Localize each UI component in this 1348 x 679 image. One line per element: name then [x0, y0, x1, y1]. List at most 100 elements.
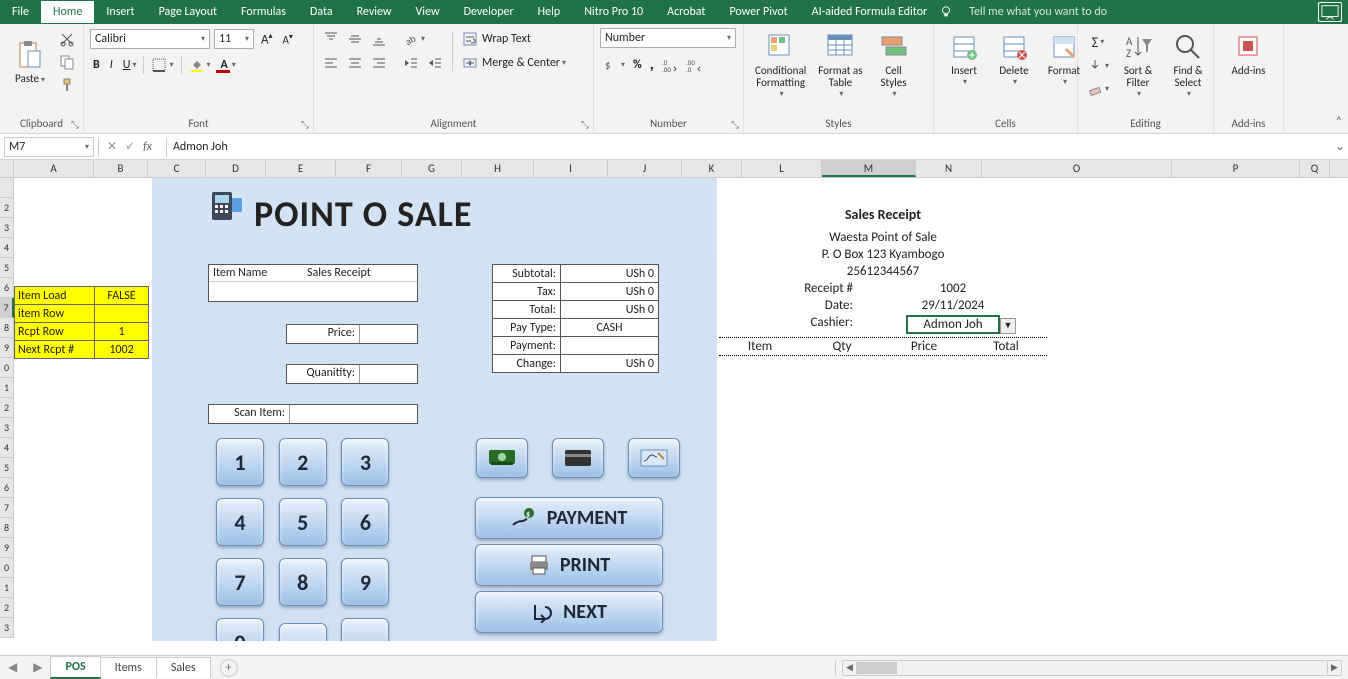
cashier-dropdown-button[interactable]: ▼	[1000, 318, 1016, 334]
tab-developer[interactable]: Developer	[452, 1, 526, 23]
col-G[interactable]: G	[402, 160, 462, 177]
tab-formulas[interactable]: Formulas	[229, 1, 298, 23]
row-hdr[interactable]: 5	[0, 458, 14, 478]
col-A[interactable]: A	[14, 160, 94, 177]
font-size-combo[interactable]: 11▾	[214, 29, 254, 49]
dialog-launcher[interactable]: ⤡	[301, 118, 309, 131]
horizontal-scrollbar[interactable]: ◀ ▶	[842, 660, 1342, 676]
insert-cells-button[interactable]: Insert	[940, 28, 988, 90]
copy-button[interactable]	[56, 51, 78, 73]
find-select-button[interactable]: Find & Select	[1164, 28, 1212, 102]
col-F[interactable]: F	[336, 160, 402, 177]
font-color-button[interactable]: A	[218, 55, 239, 76]
conditional-formatting-button[interactable]: Conditional Formatting	[750, 28, 811, 102]
key-clear[interactable]: CLEAR	[279, 623, 327, 642]
next-button[interactable]: NEXT	[475, 591, 663, 633]
number-format-combo[interactable]: Number▾	[600, 28, 736, 48]
col-K[interactable]: K	[682, 160, 742, 177]
font-name-combo[interactable]: Calibri▾	[90, 29, 210, 49]
paytype-value[interactable]: CASH	[561, 319, 659, 337]
sort-filter-button[interactable]: AZ Sort & Filter	[1114, 28, 1162, 102]
row-hdr[interactable]: 1	[0, 378, 14, 398]
tab-ai-formula[interactable]: AI-aided Formula Editor	[800, 1, 940, 23]
key-7[interactable]: 7	[216, 558, 264, 606]
key-3[interactable]: 3	[341, 438, 389, 486]
helper-item-load-value[interactable]: FALSE	[95, 287, 149, 305]
row-hdr[interactable]: 9	[0, 338, 14, 358]
tab-acrobat[interactable]: Acrobat	[655, 1, 717, 23]
col-C[interactable]: C	[148, 160, 206, 177]
row-hdr[interactable]: 6	[0, 278, 14, 298]
autosum-button[interactable]: Σ	[1084, 31, 1112, 54]
row-hdr[interactable]: 4	[0, 438, 14, 458]
align-middle-button[interactable]	[344, 28, 366, 50]
sheet-tab-sales[interactable]: Sales	[156, 657, 211, 678]
row-hdr[interactable]: 2	[0, 198, 14, 218]
price-input[interactable]	[359, 325, 417, 343]
row-hdr[interactable]: 1	[0, 578, 14, 598]
col-B[interactable]: B	[94, 160, 148, 177]
key-8[interactable]: 8	[279, 558, 327, 606]
fx-button[interactable]: fx	[143, 140, 152, 154]
collapse-ribbon-button[interactable]: ˄	[1336, 115, 1342, 129]
tab-nitro[interactable]: Nitro Pro 10	[572, 1, 655, 23]
tab-insert[interactable]: Insert	[94, 1, 146, 23]
scroll-left-button[interactable]: ◀	[843, 661, 857, 675]
tab-help[interactable]: Help	[526, 1, 573, 23]
tell-me-search[interactable]: Tell me what you want to do	[959, 5, 1117, 19]
row-hdr[interactable]: 0	[0, 358, 14, 378]
align-bottom-button[interactable]	[368, 28, 390, 50]
decrease-font-button[interactable]: A▾	[280, 29, 296, 50]
present-icon[interactable]	[1318, 2, 1342, 22]
tab-powerpivot[interactable]: Power Pivot	[717, 1, 799, 23]
key-9[interactable]: 9	[341, 558, 389, 606]
align-center-button[interactable]	[344, 52, 366, 74]
new-sheet-button[interactable]: +	[220, 659, 238, 677]
helper-rcpt-row-value[interactable]: 1	[95, 323, 149, 341]
cut-button[interactable]	[56, 28, 78, 50]
col-P[interactable]: P	[1172, 160, 1300, 177]
payment-button[interactable]: $ PAYMENT	[475, 497, 663, 539]
key-dot[interactable]: .	[341, 618, 389, 641]
cash-button[interactable]	[476, 438, 528, 478]
italic-button[interactable]: I	[107, 55, 116, 75]
increase-indent-button[interactable]	[424, 52, 446, 74]
tab-view[interactable]: View	[404, 1, 452, 23]
col-I[interactable]: I	[534, 160, 608, 177]
format-painter-button[interactable]	[56, 74, 78, 96]
row-hdr[interactable]: 0	[0, 558, 14, 578]
key-1[interactable]: 1	[216, 438, 264, 486]
col-M[interactable]: M	[822, 160, 916, 177]
decrease-decimal-button[interactable]: .00.0	[683, 54, 705, 76]
dialog-launcher[interactable]: ⤡	[71, 118, 79, 131]
enter-formula-button[interactable]: ✓	[125, 139, 135, 154]
row-hdr[interactable]: 3	[0, 618, 14, 638]
dialog-launcher[interactable]: ⤡	[581, 118, 589, 131]
name-box[interactable]: M7▾	[4, 137, 94, 157]
sheet-tab-pos[interactable]: POS	[50, 656, 100, 679]
paste-button[interactable]: Paste	[6, 36, 54, 88]
border-button[interactable]	[148, 54, 176, 76]
comma-button[interactable]: ,	[647, 52, 657, 77]
format-as-table-button[interactable]: Format as Table	[813, 28, 867, 102]
col-H[interactable]: H	[462, 160, 534, 177]
fill-color-button[interactable]	[186, 54, 214, 76]
sheet-nav-next[interactable]: ▶	[25, 660, 50, 675]
align-top-button[interactable]	[320, 28, 342, 50]
sheet-tab-items[interactable]: Items	[100, 657, 157, 678]
col-J[interactable]: J	[608, 160, 682, 177]
row-hdr[interactable]: 2	[0, 598, 14, 618]
dialog-launcher[interactable]: ⤡	[731, 118, 739, 131]
bold-button[interactable]: B	[90, 55, 103, 75]
key-6[interactable]: 6	[341, 498, 389, 546]
cell-styles-button[interactable]: Cell Styles	[870, 28, 918, 102]
key-2[interactable]: 2	[279, 438, 327, 486]
scroll-right-button[interactable]: ▶	[1327, 661, 1341, 675]
delete-cells-button[interactable]: Delete	[990, 28, 1038, 90]
align-right-button[interactable]	[368, 52, 390, 74]
underline-button[interactable]: U	[120, 55, 140, 75]
tab-data[interactable]: Data	[298, 1, 345, 23]
row-hdr[interactable]: 6	[0, 478, 14, 498]
formula-input[interactable]: Admon Joh	[167, 138, 1332, 156]
check-button[interactable]	[628, 438, 680, 478]
